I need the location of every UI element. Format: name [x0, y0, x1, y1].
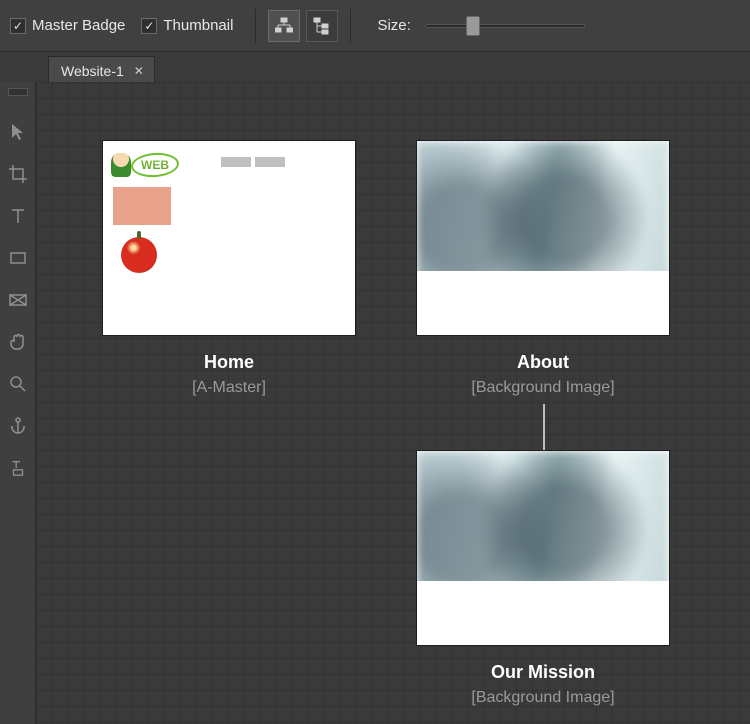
master-badge-label: [Background Image] — [416, 379, 670, 397]
page-card-mission[interactable]: Our Mission [Background Image] — [416, 450, 670, 707]
zoom-tool-icon — [8, 374, 28, 394]
zoom-tool[interactable] — [6, 372, 30, 396]
size-slider[interactable] — [425, 18, 585, 34]
workspace: WEB Home [A-Master] About [Background Image]… — [0, 82, 750, 724]
rectangle-tool-icon — [8, 248, 28, 268]
text-link-tool[interactable] — [6, 456, 30, 480]
horizontal-plan-button[interactable] — [268, 10, 300, 42]
anchor-tool[interactable] — [6, 414, 30, 438]
close-icon[interactable]: ✕ — [134, 64, 144, 78]
options-bar: Master Badge Thumbnail Size: — [0, 0, 750, 52]
slider-track — [425, 24, 585, 28]
page-thumbnail[interactable] — [416, 140, 670, 336]
text-link-tool-icon — [9, 458, 27, 478]
page-name: Our Mission — [416, 662, 670, 683]
size-label: Size: — [377, 17, 410, 34]
logo-icon: WEB — [111, 151, 209, 179]
page-name: Home — [102, 352, 356, 373]
page-connector — [543, 404, 545, 450]
crop-tool[interactable] — [6, 162, 30, 186]
master-badge-label: Master Badge — [32, 17, 125, 34]
page-thumbnail[interactable] — [416, 450, 670, 646]
content-area — [417, 271, 669, 335]
page-card-home[interactable]: WEB Home [A-Master] — [102, 140, 356, 397]
rectangle-tool[interactable] — [6, 246, 30, 270]
checkbox-icon — [10, 18, 26, 34]
rectangle-frame-tool-icon — [8, 290, 28, 310]
document-tabs: Website-1 ✕ — [0, 52, 750, 82]
crop-tool-icon — [8, 164, 28, 184]
apple-image-icon — [121, 237, 157, 273]
hand-tool-icon — [8, 332, 28, 352]
master-badge-checkbox[interactable]: Master Badge — [10, 17, 125, 34]
panel-grip-icon[interactable] — [8, 88, 28, 96]
nav-placeholder — [221, 157, 285, 167]
rectangle-frame-tool[interactable] — [6, 288, 30, 312]
page-card-about[interactable]: About [Background Image] — [416, 140, 670, 397]
plan-canvas[interactable]: WEB Home [A-Master] About [Background Image]… — [36, 82, 750, 724]
sitemap-horizontal-icon — [275, 17, 293, 35]
selection-tool[interactable] — [6, 120, 30, 144]
slider-thumb-icon[interactable] — [466, 16, 480, 36]
thumbnail-label: Thumbnail — [163, 17, 233, 34]
anchor-tool-icon — [8, 416, 28, 436]
tab-title: Website-1 — [61, 63, 124, 79]
page-thumbnail[interactable]: WEB — [102, 140, 356, 336]
text-tool[interactable] — [6, 204, 30, 228]
hand-tool[interactable] — [6, 330, 30, 354]
thumbnail-checkbox[interactable]: Thumbnail — [141, 17, 233, 34]
selection-tool-icon — [8, 122, 28, 142]
text-tool-icon — [8, 206, 28, 226]
tab-website-1[interactable]: Website-1 ✕ — [48, 56, 155, 82]
content-area — [417, 581, 669, 645]
vertical-plan-button[interactable] — [306, 10, 338, 42]
tool-rail — [0, 82, 36, 724]
separator — [255, 9, 256, 43]
checkbox-icon — [141, 18, 157, 34]
content-block — [113, 187, 171, 225]
master-badge-label: [A-Master] — [102, 379, 356, 397]
page-name: About — [416, 352, 670, 373]
sitemap-vertical-icon — [313, 17, 331, 35]
separator — [350, 9, 351, 43]
master-badge-label: [Background Image] — [416, 689, 670, 707]
